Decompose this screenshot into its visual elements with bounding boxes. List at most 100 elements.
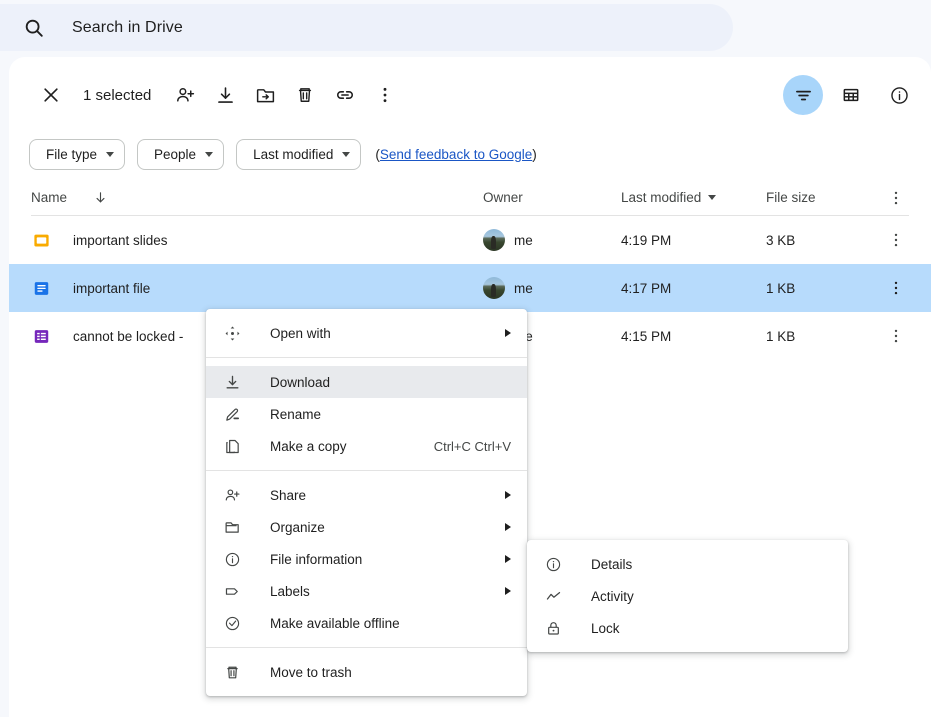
column-header-owner[interactable]: Owner <box>483 190 621 205</box>
avatar <box>483 277 505 299</box>
menu-item-move-to-trash[interactable]: Move to trash <box>206 656 527 688</box>
more-vert-icon <box>887 279 905 297</box>
menu-item-label: Make available offline <box>270 616 511 631</box>
menu-item-open-with[interactable]: Open with <box>206 317 527 349</box>
row-more-actions-button[interactable] <box>874 231 918 249</box>
file-name-label[interactable]: important file <box>73 281 150 296</box>
row-last-modified-cell: 4:19 PM <box>621 233 766 248</box>
activity-icon <box>543 586 563 606</box>
info-icon <box>222 549 242 569</box>
folder-icon <box>222 517 242 537</box>
trash-icon <box>222 662 242 682</box>
send-feedback-link[interactable]: Send feedback to Google <box>380 147 532 162</box>
menu-item-label: Download <box>270 375 511 390</box>
menu-item-make-available-offline[interactable]: Make available offline <box>206 607 527 639</box>
chevron-right-icon <box>505 491 511 499</box>
avatar <box>483 229 505 251</box>
feedback-text: (Send feedback to Google) <box>375 147 536 162</box>
arrow-down-icon[interactable] <box>93 190 108 205</box>
chevron-down-icon <box>708 195 716 200</box>
column-label: File size <box>766 190 816 205</box>
get-link-button[interactable] <box>325 75 365 115</box>
table-row[interactable]: important file me 4:17 PM 1 KB <box>9 264 931 312</box>
menu-item-label: Organize <box>270 520 489 535</box>
row-owner-cell: me <box>483 277 621 299</box>
column-label: Owner <box>483 190 523 205</box>
move-to-folder-button[interactable] <box>245 75 285 115</box>
owner-label: me <box>514 233 533 248</box>
menu-item-organize[interactable]: Organize <box>206 511 527 543</box>
filter-chip-label: Last modified <box>253 147 333 162</box>
row-name-cell: important slides <box>31 230 483 250</box>
copy-icon <box>222 436 242 456</box>
details-button[interactable] <box>879 75 919 115</box>
chevron-right-icon <box>505 523 511 531</box>
column-header-name[interactable]: Name <box>31 190 483 205</box>
file-name-label[interactable]: cannot be locked - <box>73 329 183 344</box>
download-button[interactable] <box>205 75 245 115</box>
menu-item-download[interactable]: Download <box>206 366 527 398</box>
menu-item-make-a-copy[interactable]: Make a copy Ctrl+C Ctrl+V <box>206 430 527 462</box>
close-selection-button[interactable] <box>31 75 71 115</box>
more-vert-icon <box>887 327 905 345</box>
row-more-actions-button[interactable] <box>874 279 918 297</box>
search-bar[interactable]: Search in Drive <box>0 4 733 51</box>
filter-chip-file-type[interactable]: File type <box>29 139 125 170</box>
more-actions-button[interactable] <box>365 75 405 115</box>
menu-item-file-information[interactable]: File information <box>206 543 527 575</box>
menu-item-label: Details <box>591 557 832 572</box>
column-header-actions[interactable] <box>874 189 918 207</box>
submenu-item-details[interactable]: Details <box>527 548 848 580</box>
row-more-actions-button[interactable] <box>874 327 918 345</box>
column-header-last-modified[interactable]: Last modified <box>621 190 766 205</box>
search-icon <box>22 16 46 40</box>
search-input-placeholder[interactable]: Search in Drive <box>72 19 183 37</box>
slides-file-icon <box>31 230 51 250</box>
selection-toolbar: 1 selected <box>9 57 931 133</box>
owner-label: me <box>514 281 533 296</box>
submenu-item-lock[interactable]: Lock <box>527 612 848 644</box>
menu-item-labels[interactable]: Labels <box>206 575 527 607</box>
submenu-file-information: Details Activity Lock <box>527 540 848 652</box>
menu-item-label: Labels <box>270 584 489 599</box>
row-last-modified-cell: 4:15 PM <box>621 329 766 344</box>
table-header-row: Name Owner Last modified File size <box>31 180 909 216</box>
row-file-size-cell: 3 KB <box>766 233 874 248</box>
menu-item-label: Open with <box>270 326 489 341</box>
column-header-file-size[interactable]: File size <box>766 190 874 205</box>
table-row[interactable]: important slides me 4:19 PM 3 KB <box>9 216 931 264</box>
offline-check-icon <box>222 613 242 633</box>
row-file-size-cell: 1 KB <box>766 329 874 344</box>
info-icon <box>543 554 563 574</box>
context-menu: Open with Download Rename <box>206 309 527 696</box>
share-button[interactable] <box>165 75 205 115</box>
chevron-right-icon <box>505 329 511 337</box>
docs-file-icon <box>31 278 51 298</box>
filter-chip-people[interactable]: People <box>137 139 224 170</box>
view-grid-button[interactable] <box>831 75 871 115</box>
menu-divider <box>206 470 527 471</box>
menu-item-share[interactable]: Share <box>206 479 527 511</box>
menu-item-label: Rename <box>270 407 511 422</box>
label-icon <box>222 581 242 601</box>
menu-item-label: Make a copy <box>270 439 414 454</box>
submenu-item-activity[interactable]: Activity <box>527 580 848 612</box>
chevron-down-icon <box>342 152 350 157</box>
chevron-down-icon <box>106 152 114 157</box>
filter-chip-label: People <box>154 147 196 162</box>
row-owner-cell: me <box>483 229 621 251</box>
selected-count-label: 1 selected <box>83 87 151 104</box>
chevron-right-icon <box>505 555 511 563</box>
menu-divider <box>206 357 527 358</box>
chevron-right-icon <box>505 587 511 595</box>
file-name-label[interactable]: important slides <box>73 233 168 248</box>
more-vert-icon <box>887 231 905 249</box>
trash-button[interactable] <box>285 75 325 115</box>
menu-item-label: Lock <box>591 621 832 636</box>
lock-icon <box>543 618 563 638</box>
menu-item-label: File information <box>270 552 489 567</box>
filter-toggle-button[interactable] <box>783 75 823 115</box>
filter-chip-last-modified[interactable]: Last modified <box>236 139 361 170</box>
more-vert-icon <box>887 189 905 207</box>
menu-item-rename[interactable]: Rename <box>206 398 527 430</box>
